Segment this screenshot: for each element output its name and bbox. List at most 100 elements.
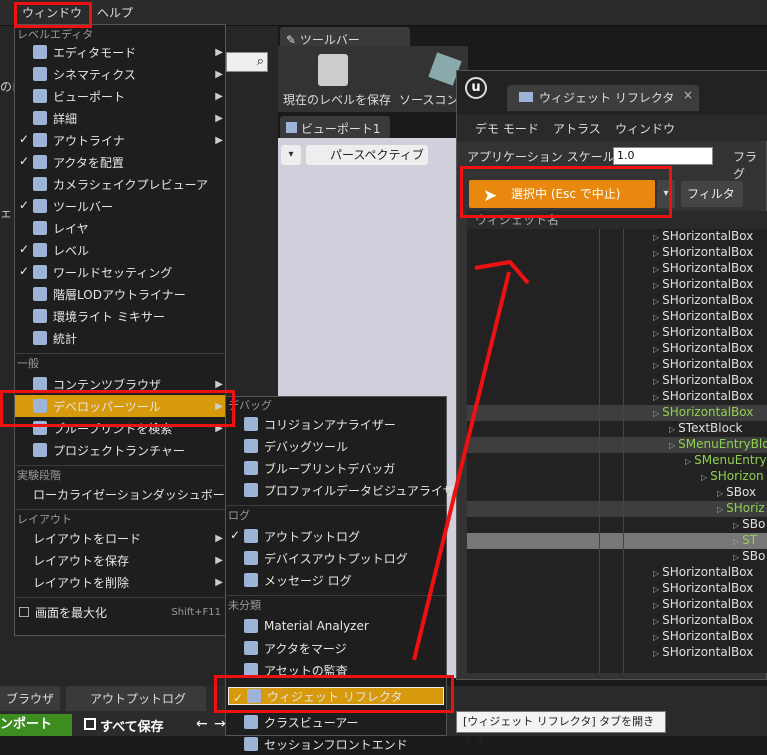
tree-row[interactable]: ▷ SHorizon — [701, 469, 764, 483]
menu-item[interactable]: ✓ ワールドセッティング — [15, 261, 225, 283]
expand-triangle-icon[interactable]: ▷ — [653, 233, 659, 242]
menu-item[interactable]: アクタをマージ — [226, 637, 446, 659]
expand-triangle-icon[interactable]: ▷ — [653, 345, 659, 354]
menu-item[interactable]: ビューポート ▶ — [15, 85, 225, 107]
expand-triangle-icon[interactable]: ▷ — [653, 249, 659, 258]
tree-row[interactable]: ▷ SHorizontalBox — [653, 645, 753, 659]
tree-row[interactable]: ▷ SMenuEntryBlo — [669, 437, 767, 451]
menu-item[interactable]: アセットの監査 — [226, 659, 446, 681]
filter-button[interactable]: フィルタ ▾ — [681, 181, 743, 227]
expand-triangle-icon[interactable]: ▷ — [653, 569, 659, 578]
menu-item[interactable]: エディタモード ▶ — [15, 41, 225, 63]
expand-triangle-icon[interactable]: ▷ — [653, 265, 659, 274]
menu-item[interactable]: ブループリントを検索 ▶ — [15, 417, 225, 439]
menu-item[interactable]: コリジョンアナライザー — [226, 413, 446, 435]
save-level-icon[interactable] — [318, 54, 348, 86]
expand-triangle-icon[interactable]: ▷ — [733, 521, 739, 530]
tree-row[interactable]: ▷ SHorizontalBox — [653, 581, 753, 595]
menu-item[interactable]: レイヤ — [15, 217, 225, 239]
tree-row[interactable]: ▷ SBo — [733, 549, 765, 563]
expand-triangle-icon[interactable]: ▷ — [653, 649, 659, 658]
tree-row[interactable]: ▷ SHorizontalBox — [653, 309, 753, 323]
menu-item[interactable]: プロジェクトランチャー — [15, 439, 225, 461]
menu-item[interactable]: ✓ ウィジェット リフレクタ — [228, 687, 444, 705]
menu-window[interactable]: ウィンドウ — [22, 4, 82, 21]
menu-item[interactable]: Material Analyzer — [226, 615, 446, 637]
expand-triangle-icon[interactable]: ▷ — [717, 505, 723, 514]
search-box[interactable]: ⌕ — [226, 52, 268, 72]
menu-item[interactable]: セッションフロントエンド — [226, 733, 446, 755]
pick-widget-button[interactable]: ➤ 選択中 (Esc で中止) — [469, 180, 655, 208]
tree-row[interactable]: ▷ STextBlock — [669, 421, 743, 435]
expand-triangle-icon[interactable]: ▷ — [653, 377, 659, 386]
menu-item[interactable]: メッセージ ログ — [226, 569, 446, 591]
menu-item[interactable]: ブループリントデバッガ — [226, 457, 446, 479]
menu-window-reflector[interactable]: ウィンドウ — [615, 120, 675, 137]
tree-row[interactable]: ▷ SBox — [717, 485, 756, 499]
expand-triangle-icon[interactable]: ▷ — [653, 281, 659, 290]
expand-triangle-icon[interactable]: ▷ — [685, 457, 691, 466]
close-icon[interactable]: × — [683, 88, 693, 102]
expand-triangle-icon[interactable]: ▷ — [669, 425, 675, 434]
expand-triangle-icon[interactable]: ▷ — [669, 441, 675, 450]
expand-triangle-icon[interactable]: ▷ — [701, 473, 707, 482]
tree-row[interactable]: ▷ SHorizontalBox — [653, 261, 753, 275]
tree-row[interactable]: ▷ SHorizontalBox — [653, 405, 753, 419]
perspective-button[interactable]: パースペクティブ — [306, 145, 428, 165]
menu-item[interactable]: ✓ アクタを配置 — [15, 151, 225, 173]
menu-item[interactable]: ローカライゼーションダッシュボード — [15, 483, 237, 505]
column-header[interactable]: ウィジェット名 — [467, 211, 767, 229]
menu-item[interactable]: シネマティクス ▶ — [15, 63, 225, 85]
tree-row[interactable]: ▷ SHorizontalBox — [653, 229, 753, 243]
menu-demo-mode[interactable]: デモ モード — [475, 120, 539, 137]
tree-row[interactable]: ▷ SHorizontalBox — [653, 293, 753, 307]
tree-row[interactable]: ▷ SHorizontalBox — [653, 373, 753, 387]
tree-row[interactable]: ▷ SMenuEntry — [685, 453, 767, 467]
menu-item[interactable]: クラスビューアー — [226, 711, 446, 733]
tree-row[interactable]: ▷ SHorizontalBox — [653, 245, 753, 259]
menu-item[interactable]: デバイスアウトプットログ — [226, 547, 446, 569]
menu-item[interactable]: 詳細 ▶ — [15, 107, 225, 129]
menu-item[interactable]: レイアウトを削除 ▶ — [15, 571, 225, 593]
tree-row[interactable]: ▷ SHorizontalBox — [653, 341, 753, 355]
expand-triangle-icon[interactable]: ▷ — [653, 313, 659, 322]
menu-item[interactable]: コンテンツブラウザ ▶ — [15, 373, 225, 395]
viewport-options-button[interactable]: ▾ — [281, 145, 301, 165]
tree-row[interactable]: ▷ SHorizontalBox — [653, 325, 753, 339]
back-arrow-icon[interactable]: ← — [196, 716, 208, 732]
forward-arrow-icon[interactable]: → — [214, 716, 226, 732]
menu-item[interactable]: デバッグツール — [226, 435, 446, 457]
expand-triangle-icon[interactable]: ▷ — [653, 601, 659, 610]
menu-item[interactable]: ✓ アウトプットログ — [226, 525, 446, 547]
tab-content-browser[interactable]: ブラウザ — [0, 686, 60, 711]
expand-triangle-icon[interactable]: ▷ — [653, 617, 659, 626]
menu-item[interactable]: ✓ アウトライナ ▶ — [15, 129, 225, 151]
fullscreen-item[interactable]: 画面を最大化 Shift+F11 — [15, 601, 225, 623]
menu-item[interactable]: ✓ レベル — [15, 239, 225, 261]
expand-triangle-icon[interactable]: ▷ — [653, 297, 659, 306]
save-all-button[interactable]: すべて保存 — [100, 716, 164, 735]
menu-item[interactable]: プロファイルデータビジュアライザ — [226, 479, 455, 501]
tree-row[interactable]: ▷ SHorizontalBox — [653, 565, 753, 579]
menu-item[interactable]: カメラシェイクプレビューア — [15, 173, 225, 195]
expand-triangle-icon[interactable]: ▷ — [653, 633, 659, 642]
tree-row[interactable]: ▷ SHorizontalBox — [653, 597, 753, 611]
pick-dropdown-icon[interactable]: ▾ — [657, 180, 675, 208]
tab-output-log[interactable]: アウトプットログ — [66, 686, 206, 711]
menu-item[interactable]: 統計 — [15, 327, 225, 349]
expand-triangle-icon[interactable]: ▷ — [733, 553, 739, 562]
expand-triangle-icon[interactable]: ▷ — [653, 409, 659, 418]
tree-row[interactable]: ▷ ST — [733, 533, 757, 547]
import-button[interactable]: ンポート — [0, 714, 72, 736]
expand-triangle-icon[interactable]: ▷ — [733, 537, 739, 546]
scale-input[interactable]: 1.0 — [613, 147, 713, 165]
tree-row[interactable]: ▷ SHorizontalBox — [653, 277, 753, 291]
menu-item[interactable]: レイアウトを保存 ▶ — [15, 549, 225, 571]
expand-triangle-icon[interactable]: ▷ — [653, 361, 659, 370]
menu-item[interactable]: レイアウトをロード ▶ — [15, 527, 225, 549]
reflector-tab[interactable]: ウィジェット リフレクタ × — [507, 85, 699, 111]
menu-item[interactable]: デベロッパーツール ▶ — [15, 395, 225, 417]
tree-row[interactable]: ▷ SHorizontalBox — [653, 389, 753, 403]
tree-row[interactable]: ▷ SBo — [733, 517, 765, 531]
menu-item[interactable]: ✓ ツールバー — [15, 195, 225, 217]
